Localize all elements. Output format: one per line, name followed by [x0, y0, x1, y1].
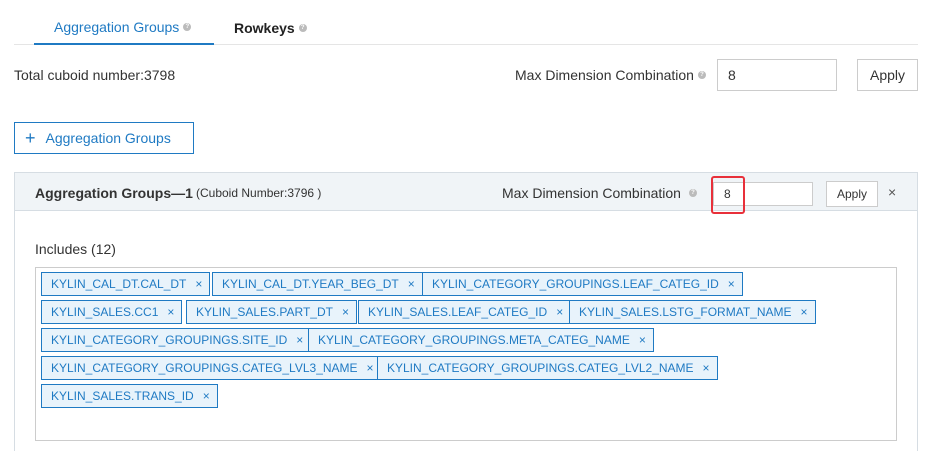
remove-tag-icon[interactable]: × — [367, 361, 374, 375]
remove-tag-icon[interactable]: × — [342, 305, 349, 319]
remove-tag-icon[interactable]: × — [408, 277, 415, 291]
tag-label: KYLIN_SALES.CC1 — [51, 305, 159, 319]
label-text: Max Dimension Combination — [515, 67, 694, 83]
max-dimension-combination-label: Max Dimension Combination ? — [515, 67, 706, 83]
apply-button[interactable]: Apply — [857, 59, 918, 91]
dimension-tag: KYLIN_SALES.PART_DT × — [186, 300, 357, 324]
help-icon[interactable]: ? — [697, 71, 706, 79]
tag-label: KYLIN_CATEGORY_GROUPINGS.CATEG_LVL2_NAME — [387, 361, 694, 375]
help-icon[interactable]: ? — [688, 189, 697, 197]
group-max-dimension-input[interactable] — [713, 182, 813, 206]
remove-tag-icon[interactable]: × — [703, 361, 710, 375]
tag-label: KYLIN_SALES.PART_DT — [196, 305, 333, 319]
dimension-tag: KYLIN_CAL_DT.CAL_DT × — [41, 272, 211, 296]
dimension-tag: KYLIN_SALES.TRANS_ID × — [41, 384, 218, 408]
tag-label: KYLIN_CATEGORY_GROUPINGS.LEAF_CATEG_ID — [432, 277, 719, 291]
tab-label: Rowkeys — [234, 19, 295, 36]
help-icon[interactable]: ? — [183, 22, 192, 31]
tag-label: KYLIN_SALES.LSTG_FORMAT_NAME — [579, 305, 792, 319]
tag-label: KYLIN_CATEGORY_GROUPINGS.CATEG_LVL3_NAME — [51, 361, 358, 375]
includes-select[interactable]: KYLIN_CAL_DT.CAL_DT × KYLIN_CAL_DT.YEAR_B… — [35, 267, 897, 441]
tab-rowkeys[interactable]: Rowkeys ? — [234, 10, 307, 45]
tab-aggregation-groups[interactable]: Aggregation Groups ? — [34, 10, 214, 45]
help-icon[interactable]: ? — [298, 23, 307, 32]
tab-label: Aggregation Groups — [54, 18, 180, 35]
total-cuboid-number: Total cuboid number:3798 — [14, 67, 176, 83]
remove-tag-icon[interactable]: × — [296, 333, 303, 347]
max-dimension-combination-input[interactable] — [717, 59, 837, 91]
remove-tag-icon[interactable]: × — [801, 305, 808, 319]
dimension-tag: KYLIN_SALES.LSTG_FORMAT_NAME × — [569, 300, 816, 324]
remove-tag-icon[interactable]: × — [639, 333, 646, 347]
plus-icon: + — [25, 128, 36, 148]
dimension-tag: KYLIN_SALES.LEAF_CATEG_ID × — [358, 300, 572, 324]
tag-label: KYLIN_CATEGORY_GROUPINGS.SITE_ID — [51, 333, 288, 347]
tag-label: KYLIN_CAL_DT.YEAR_BEG_DT — [222, 277, 399, 291]
dimension-tag: KYLIN_CATEGORY_GROUPINGS.META_CATEG_NAME… — [308, 328, 654, 352]
label-text: Max Dimension Combination — [502, 185, 681, 201]
remove-tag-icon[interactable]: × — [203, 389, 210, 403]
remove-tag-icon[interactable]: × — [195, 277, 202, 291]
aggregation-group-panel: Aggregation Groups—1 (Cuboid Number:3796… — [14, 172, 918, 451]
aggregation-group-title: Aggregation Groups—1 — [35, 185, 193, 201]
dimension-tag: KYLIN_CATEGORY_GROUPINGS.SITE_ID × — [41, 328, 312, 352]
dimension-tag: KYLIN_CATEGORY_GROUPINGS.LEAF_CATEG_ID × — [422, 272, 743, 296]
remove-tag-icon[interactable]: × — [728, 277, 735, 291]
remove-tag-icon[interactable]: × — [167, 305, 174, 319]
panel-header: Aggregation Groups—1 (Cuboid Number:3796… — [15, 173, 917, 214]
add-button-label: Aggregation Groups — [45, 130, 171, 146]
dimension-tag: KYLIN_CATEGORY_GROUPINGS.CATEG_LVL2_NAME… — [377, 356, 718, 380]
group-max-dimension-label: Max Dimension Combination ? — [502, 185, 697, 201]
dimension-tag: KYLIN_CATEGORY_GROUPINGS.CATEG_LVL3_NAME… — [41, 356, 382, 380]
tag-label: KYLIN_CAL_DT.CAL_DT — [51, 277, 187, 291]
tag-label: KYLIN_SALES.TRANS_ID — [51, 389, 194, 403]
tag-label: KYLIN_CATEGORY_GROUPINGS.META_CATEG_NAME — [318, 333, 630, 347]
cuboid-number: (Cuboid Number:3796 ) — [196, 186, 322, 200]
close-icon[interactable]: × — [888, 184, 896, 200]
remove-tag-icon[interactable]: × — [556, 305, 563, 319]
includes-label: Includes (12) — [35, 241, 116, 257]
dimension-tag: KYLIN_SALES.CC1 × — [41, 300, 183, 324]
tag-label: KYLIN_SALES.LEAF_CATEG_ID — [368, 305, 548, 319]
add-aggregation-group-button[interactable]: + Aggregation Groups — [14, 122, 194, 154]
dimension-tag: KYLIN_CAL_DT.YEAR_BEG_DT × — [212, 272, 423, 296]
tab-bar: Aggregation Groups ? Rowkeys ? — [14, 10, 918, 45]
group-apply-button[interactable]: Apply — [826, 181, 878, 207]
